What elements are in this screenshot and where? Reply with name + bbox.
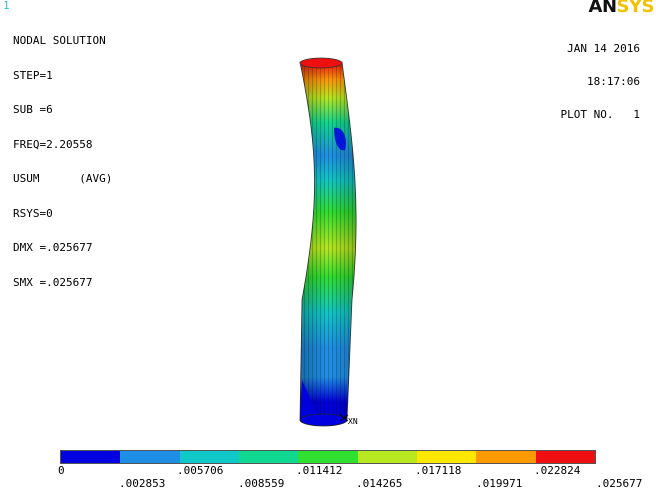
- legend-tick-label: .011412: [296, 464, 343, 477]
- legend-band-8: [476, 451, 536, 463]
- triad-label: XN: [348, 417, 358, 426]
- legend-tick-label: .025677: [596, 477, 643, 490]
- legend-tick-label: .019971: [476, 477, 523, 490]
- legend-band-9: [535, 451, 595, 463]
- legend-band-1: [61, 451, 121, 463]
- legend-tick-label: .002853: [119, 477, 166, 490]
- legend-band-3: [179, 451, 239, 463]
- tube-bottom-end: [299, 413, 348, 427]
- legend-band-5: [298, 451, 358, 463]
- legend-band-2: [120, 451, 180, 463]
- legend-band-6: [357, 451, 417, 463]
- legend-tick-label: 0: [58, 464, 65, 477]
- legend-tick-label: .022824: [534, 464, 581, 477]
- tube-top-end: [299, 57, 343, 69]
- legend-band-4: [238, 451, 299, 463]
- deformed-tube-model: XN: [299, 57, 358, 427]
- legend-tick-label: .014265: [356, 477, 403, 490]
- contour-legend-bar: [60, 450, 596, 464]
- legend-tick-label: .017118: [415, 464, 462, 477]
- legend-tick-label: .008559: [238, 477, 285, 490]
- legend-band-7: [416, 451, 477, 463]
- legend-tick-label: .005706: [177, 464, 224, 477]
